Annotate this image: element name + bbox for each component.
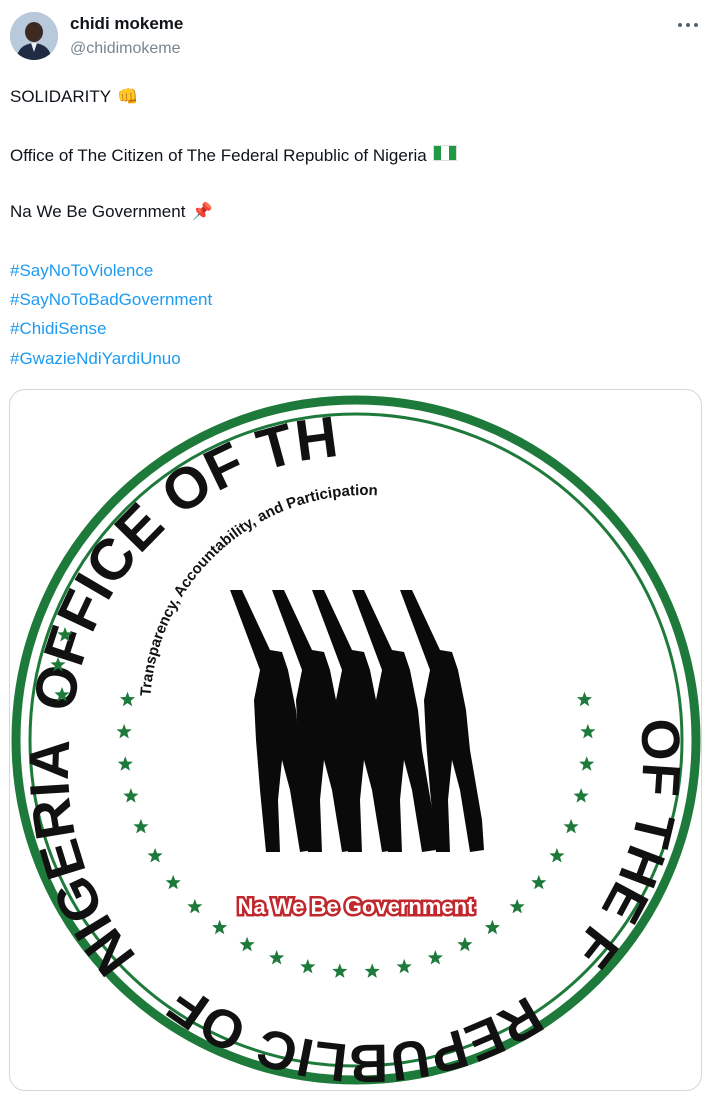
hashtag-link[interactable]: #ChidiSense bbox=[10, 319, 106, 339]
hashtag-link[interactable]: #GwazieNdiYardiUnuo bbox=[10, 349, 181, 369]
seal-star-icon bbox=[269, 950, 285, 965]
more-dots-icon bbox=[678, 23, 698, 27]
seal-star-icon bbox=[396, 958, 412, 974]
seal-star-icon bbox=[116, 723, 132, 739]
post-solidarity-text: SOLIDARITY bbox=[10, 87, 112, 106]
seal-star-icon bbox=[212, 919, 228, 935]
seal-star-icon bbox=[165, 874, 181, 890]
seal-star-icon bbox=[509, 898, 525, 914]
post-office-text: Office of The Citizen of The Federal Rep… bbox=[10, 145, 427, 165]
seal-star-icon bbox=[563, 818, 579, 834]
post-slogan-text: Na We Be Government bbox=[10, 202, 186, 221]
seal-star-icon bbox=[147, 848, 163, 863]
seal-star-icon bbox=[300, 958, 316, 974]
more-options-button[interactable] bbox=[670, 10, 706, 40]
hashtag-link[interactable]: #SayNoToBadGovernment bbox=[10, 290, 212, 310]
author-handle[interactable]: @chidimokeme bbox=[70, 40, 181, 58]
seal-star-icon bbox=[123, 788, 139, 803]
post-text-line-3: Na We Be Government 📌 bbox=[10, 202, 213, 222]
pushpin-emoji: 📌 bbox=[191, 202, 213, 221]
seal-star-icon bbox=[549, 848, 565, 863]
seal-star-icon bbox=[457, 936, 473, 952]
seal-star-icon bbox=[133, 818, 149, 834]
seal-star-icon bbox=[239, 936, 255, 952]
seal-star-icon bbox=[484, 919, 500, 935]
seal-slogan-text: Na We Be Government bbox=[238, 894, 475, 919]
author-avatar[interactable] bbox=[10, 12, 58, 60]
seal-star-icon bbox=[573, 788, 589, 803]
post-text-line-1: SOLIDARITY 👊 bbox=[10, 87, 138, 107]
seal-star-icon bbox=[579, 756, 595, 771]
nigeria-flag-icon bbox=[432, 145, 457, 166]
hashtag-link[interactable]: #SayNoToViolence bbox=[10, 261, 153, 281]
seal-star-icon bbox=[576, 691, 593, 707]
post-media-image[interactable]: OFFICE OF THE CITIZEN OF THE FEDERAL REP… bbox=[9, 389, 702, 1091]
seal-star-icon bbox=[187, 898, 203, 914]
seal-star-icon bbox=[332, 963, 348, 978]
office-of-the-citizen-seal: OFFICE OF THE CITIZEN OF THE FEDERAL REP… bbox=[10, 390, 701, 1090]
tweet-card: chidi mokeme @chidimokeme SOLIDARITY 👊 O… bbox=[0, 0, 720, 1109]
seal-star-icon bbox=[364, 963, 380, 978]
seal-star-icon bbox=[117, 756, 133, 771]
seal-star-icon bbox=[427, 950, 443, 965]
seal-outer-bottom-text: REPUBLIC OF bbox=[158, 973, 553, 1090]
post-text-line-2: Office of The Citizen of The Federal Rep… bbox=[10, 145, 457, 166]
author-display-name[interactable]: chidi mokeme bbox=[70, 14, 183, 34]
seal-star-icon bbox=[119, 691, 136, 707]
seal-star-icon bbox=[580, 723, 596, 739]
raised-fist-emoji: 👊 bbox=[117, 87, 139, 106]
seal-outer-left-text: NIGERIA bbox=[17, 738, 147, 988]
raised-fist-figures bbox=[230, 590, 484, 852]
avatar-photo-icon bbox=[10, 12, 58, 60]
seal-star-icon bbox=[531, 874, 547, 890]
